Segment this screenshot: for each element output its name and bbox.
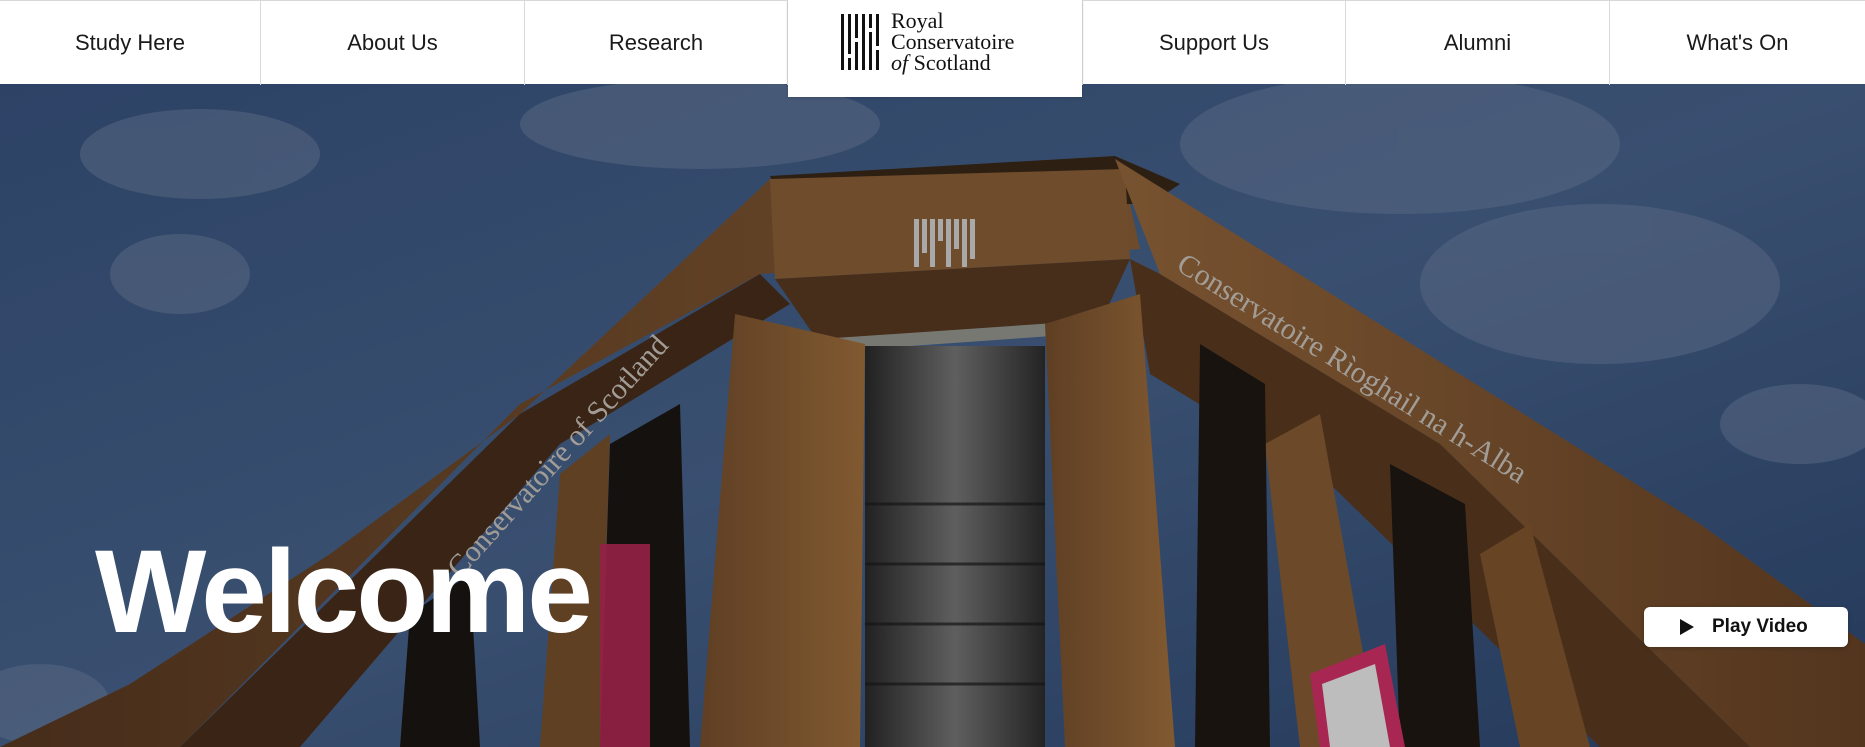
logo-line-1: Royal <box>891 8 944 33</box>
nav-about-us-label: About Us <box>347 30 438 55</box>
logo-line-3-italic: of <box>891 50 909 75</box>
nav-study-here-label: Study Here <box>74 30 186 55</box>
nav-study-here[interactable]: Study Here <box>0 1 261 85</box>
nav-whats-on-label: What's On <box>1686 30 1789 55</box>
site-logo[interactable]: Royal Conservatoire of Scotland <box>788 0 1082 97</box>
rcs-logo-mark-icon <box>841 14 879 70</box>
nav-alumni-label: Alumni <box>1443 30 1512 55</box>
logo-line-2: Conservatoire <box>891 29 1015 54</box>
logo-line-3: of Scotland <box>891 50 1014 75</box>
play-video-label: Play Video <box>1712 616 1808 637</box>
nav-support-us-label: Support Us <box>1158 30 1270 55</box>
logo-wordmark: Royal Conservatoire of Scotland <box>891 8 1015 75</box>
play-video-button[interactable]: Play Video <box>1644 607 1848 647</box>
hero-title: Welcome <box>95 526 593 658</box>
nav-research[interactable]: Research <box>525 1 788 85</box>
nav-whats-on[interactable]: What's On <box>1610 1 1865 85</box>
nav-research-label: Research <box>608 30 704 55</box>
nav-support-us[interactable]: Support Us <box>1082 1 1346 85</box>
hero-section: Conservatoire of Scotland Conservatoire … <box>0 84 1865 747</box>
nav-alumni[interactable]: Alumni <box>1346 1 1610 85</box>
nav-about-us[interactable]: About Us <box>261 1 525 85</box>
logo-line-3-rest: Scotland <box>908 50 991 75</box>
play-icon <box>1680 619 1694 635</box>
